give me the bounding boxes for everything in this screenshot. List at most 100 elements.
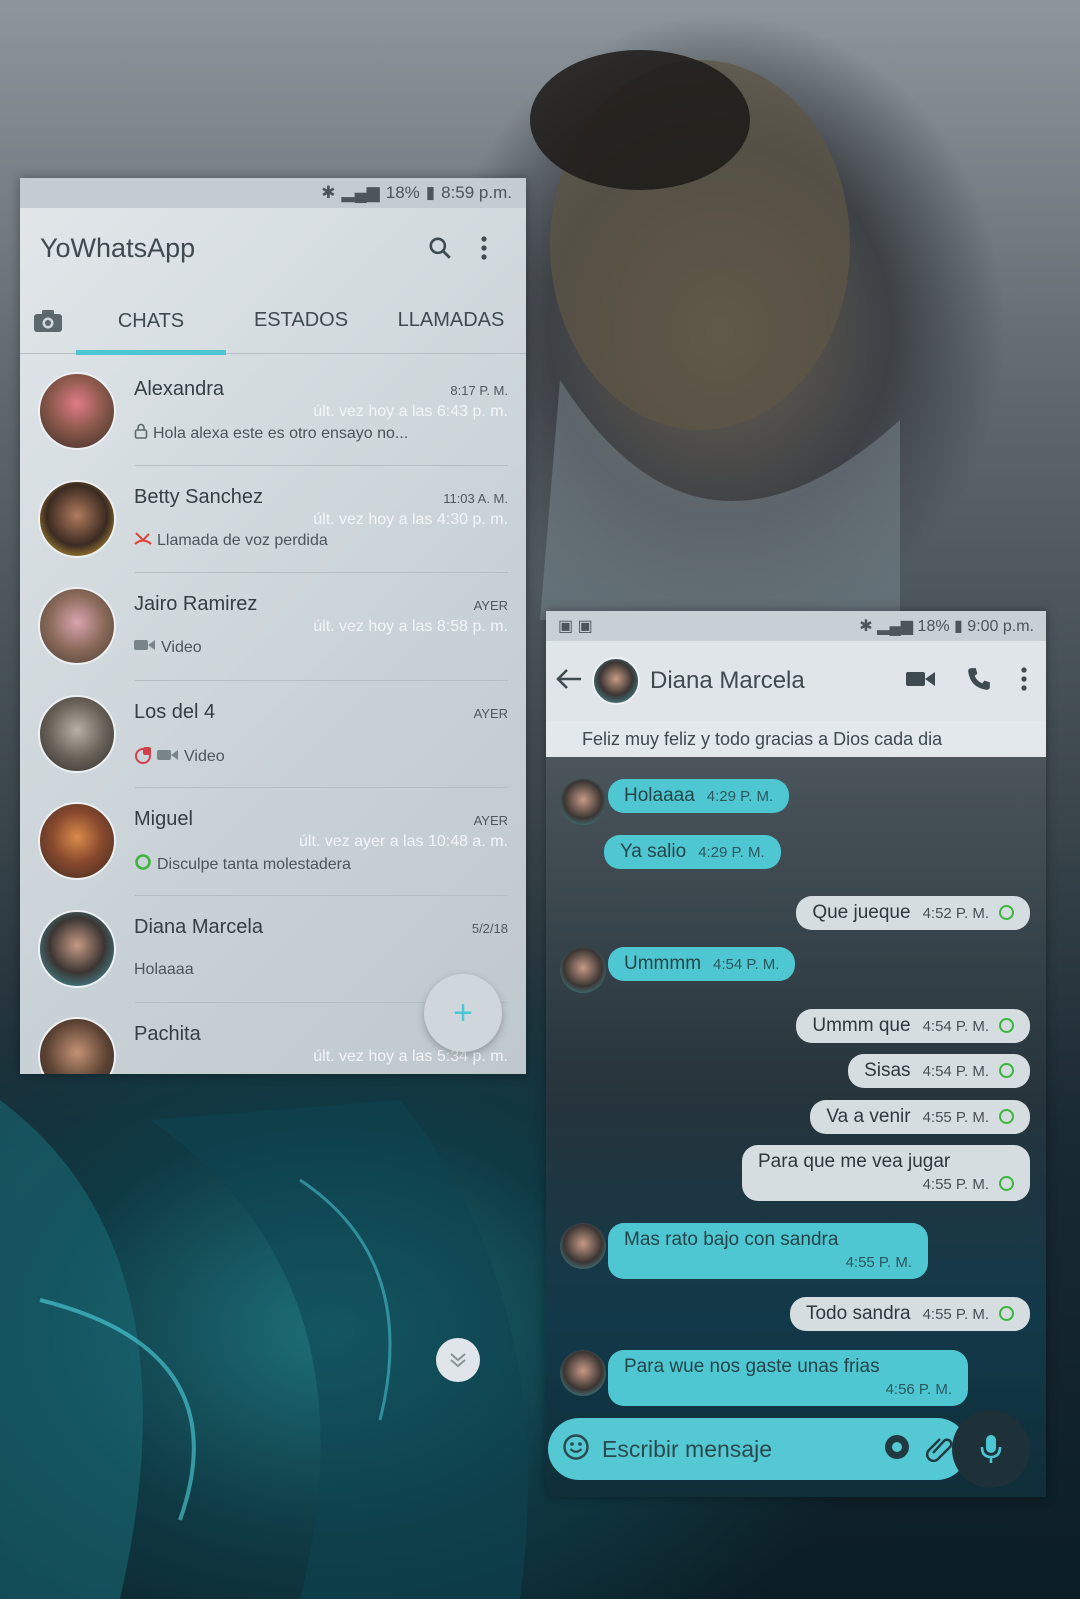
chat-time: AYER <box>473 598 508 613</box>
chat-time: 8:17 P. M. <box>450 383 508 398</box>
bluetooth-icon: ✱ <box>859 618 873 635</box>
tab-chats[interactable]: CHATS <box>76 288 226 355</box>
message-bubble[interactable]: Holaaaa 4:29 P. M. <box>608 779 790 813</box>
sender-avatar <box>560 779 606 825</box>
message-preview: Holaaaa <box>134 960 194 978</box>
message-bubble[interactable]: Para wue nos gaste unas frias 4:56 P. M. <box>608 1350 968 1406</box>
attach-icon[interactable] <box>924 1432 954 1467</box>
message-time: 4:54 P. M. <box>922 1063 989 1080</box>
message-preview: Video <box>184 748 225 765</box>
video-icon <box>134 638 156 657</box>
read-tick-icon <box>134 853 152 876</box>
more-options-icon[interactable] <box>462 226 506 270</box>
message-text: Ummm que <box>812 1015 911 1036</box>
chat-time: AYER <box>473 705 508 721</box>
message-bubble[interactable]: Sisas 4:54 P. M. <box>848 1054 1030 1088</box>
last-seen <box>134 726 508 746</box>
message-text: Todo sandra <box>805 1303 911 1324</box>
message-composer: Escribir mensaje <box>548 1418 968 1480</box>
last-seen <box>134 941 508 961</box>
search-icon[interactable] <box>418 226 462 270</box>
microphone-button[interactable] <box>952 1410 1030 1488</box>
message-bubble[interactable]: Todo sandra 4:55 P. M. <box>789 1297 1030 1331</box>
contact-avatar[interactable] <box>592 657 640 705</box>
sender-avatar <box>560 1350 606 1396</box>
back-arrow-icon[interactable] <box>556 668 582 695</box>
battery-level: 18% <box>917 618 950 635</box>
chat-name: Alexandra <box>134 378 225 400</box>
status-bar: ▣ ▣ ✱ ▂▄▆ 18% ▮ 9:00 p.m. <box>546 611 1046 641</box>
read-tick-icon <box>999 1306 1014 1321</box>
app-bar: YoWhatsApp <box>20 208 526 288</box>
chat-row-jairo-ramirez[interactable]: Jairo Ramirez AYER últ. vez hoy a las 8:… <box>20 573 526 681</box>
contact-name[interactable]: Diana Marcela <box>650 667 886 695</box>
lock-icon <box>134 423 148 444</box>
message-bubble[interactable]: Para que me vea jugar 4:55 P. M. <box>742 1145 1030 1201</box>
message-text: Ummmm <box>624 953 702 974</box>
message-text: Para que me vea jugar <box>758 1151 951 1172</box>
message-bubble[interactable]: Va a venir 4:55 P. M. <box>810 1100 1030 1134</box>
signal-icon: ▂▄▆ <box>877 618 914 635</box>
chat-name: Miguel <box>134 808 193 830</box>
message-text: Mas rato bajo con sandra <box>624 1229 839 1250</box>
scroll-down-button[interactable] <box>436 1338 480 1382</box>
new-chat-button[interactable]: + <box>424 974 502 1052</box>
avatar <box>38 802 116 880</box>
message-time: 4:54 P. M. <box>713 956 780 973</box>
last-seen: últ. vez ayer a las 10:48 a. m. <box>299 833 508 850</box>
missed-call-icon <box>134 531 152 552</box>
message-text: Para wue nos gaste unas frias <box>624 1356 880 1377</box>
more-options-icon[interactable] <box>1012 666 1036 697</box>
message-bubble[interactable]: Ummm que 4:54 P. M. <box>796 1009 1030 1043</box>
tab-llamadas[interactable]: LLAMADAS <box>376 309 526 332</box>
camera-icon[interactable] <box>882 1432 912 1467</box>
message-time: 4:55 P. M. <box>922 1176 989 1193</box>
chat-row-betty-sanchez[interactable]: Betty Sanchez 11:03 A. M. últ. vez hoy a… <box>20 466 526 574</box>
status-bar: ✱ ▂▄▆ 18% ▮ 8:59 p.m. <box>20 178 526 208</box>
message-preview: Hola alexa este es otro ensayo no... <box>153 424 409 442</box>
app-title: YoWhatsApp <box>40 232 196 263</box>
message-time: 4:56 P. M. <box>885 1381 952 1398</box>
message-text: Sisas <box>864 1060 911 1081</box>
message-bubble[interactable]: Ya salio 4:29 P. M. <box>604 835 781 869</box>
last-seen: últ. vez hoy a las 8:58 p. m. <box>313 618 508 635</box>
read-tick-icon <box>999 1109 1014 1124</box>
read-tick-icon <box>999 1063 1014 1078</box>
camera-tab-icon[interactable] <box>20 309 76 333</box>
signal-icon: ▂▄▆ <box>341 183 380 202</box>
message-time: 4:54 P. M. <box>922 1018 989 1035</box>
message-bubble[interactable]: Ummmm 4:54 P. M. <box>608 947 796 981</box>
message-text: Que jueque <box>812 902 911 923</box>
battery-icon: ▮ <box>425 183 436 202</box>
message-preview: Video <box>161 638 202 656</box>
message-bubble[interactable]: Que jueque 4:52 P. M. <box>796 896 1030 930</box>
message-input[interactable]: Escribir mensaje <box>602 1436 870 1463</box>
message-bubble[interactable]: Mas rato bajo con sandra 4:55 P. M. <box>608 1223 928 1279</box>
video-call-icon[interactable] <box>896 669 946 694</box>
chat-row-los-del-4[interactable]: Los del 4 AYER Video <box>20 681 526 789</box>
last-seen: últ. vez hoy a las 4:30 p. m. <box>313 510 508 528</box>
conversation-screen: ▣ ▣ ✱ ▂▄▆ 18% ▮ 9:00 p.m. Diana Marcela … <box>546 611 1046 1497</box>
read-tick-icon <box>999 1018 1014 1033</box>
avatar <box>38 1017 116 1074</box>
chat-list-screen: ✱ ▂▄▆ 18% ▮ 8:59 p.m. YoWhatsApp CHATS E… <box>20 178 526 1074</box>
tab-bar: CHATS ESTADOS LLAMADAS <box>20 288 526 355</box>
message-text: Ya salio <box>620 841 687 862</box>
chat-name: Betty Sanchez <box>134 485 263 508</box>
avatar <box>38 372 116 450</box>
avatar <box>38 694 116 773</box>
chat-time: AYER <box>473 813 508 828</box>
notification-icons: ▣ ▣ <box>558 618 593 635</box>
voice-call-icon[interactable] <box>956 666 1002 697</box>
chat-list: Alexandra 8:17 P. M. últ. vez hoy a las … <box>20 354 526 1074</box>
tab-estados[interactable]: ESTADOS <box>226 309 376 332</box>
last-seen: últ. vez hoy a las 5:34 p. m. <box>313 1048 508 1065</box>
bluetooth-icon: ✱ <box>321 183 336 202</box>
chat-row-alexandra[interactable]: Alexandra 8:17 P. M. últ. vez hoy a las … <box>20 358 526 466</box>
chat-row-miguel[interactable]: Miguel AYER últ. vez ayer a las 10:48 a.… <box>20 788 526 896</box>
chat-name: Diana Marcela <box>134 915 263 938</box>
message-text: Va a venir <box>826 1106 911 1127</box>
sender-avatar <box>560 1223 606 1269</box>
contact-status-message: Feliz muy feliz y todo gracias a Dios ca… <box>546 721 1046 757</box>
emoji-icon[interactable] <box>562 1433 590 1466</box>
